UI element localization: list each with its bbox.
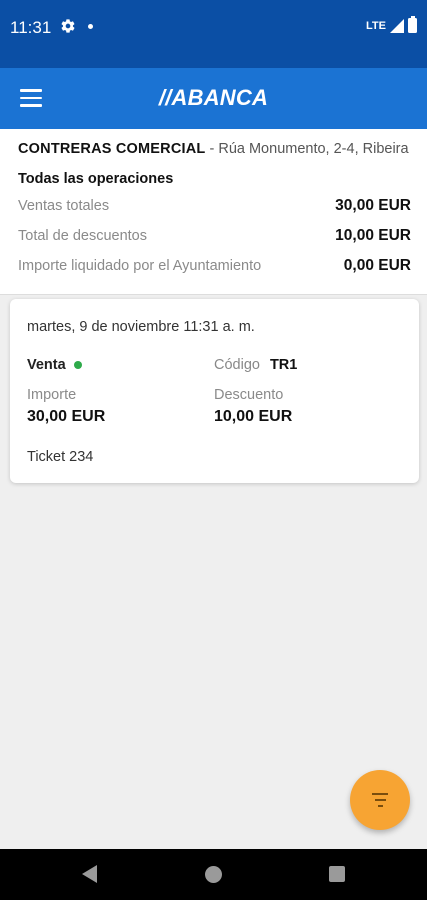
network-type: LTE (366, 19, 386, 32)
merchant-summary: CONTRERAS COMERCIAL - Rúa Monumento, 2-4… (0, 129, 427, 295)
code-label: Código (214, 357, 260, 373)
gear-icon (61, 19, 75, 33)
discount-value: 10,00 EUR (214, 408, 293, 425)
operation-type: Venta (27, 357, 82, 373)
status-bar: 11:31 LTE (0, 0, 427, 68)
navigation-bar (0, 849, 427, 900)
filter-icon (370, 793, 390, 807)
summary-row-label: Total de descuentos (18, 228, 147, 244)
recents-icon[interactable] (329, 866, 345, 882)
amount-label: Importe (27, 387, 77, 403)
operations-title: Todas las operaciones (18, 171, 174, 187)
signal-icon (390, 18, 404, 33)
summary-row-value: 0,00 EUR (343, 257, 411, 274)
operation-code: Código TR1 (214, 357, 297, 373)
operation-card[interactable]: martes, 9 de noviembre 11:31 a. m. Venta… (10, 299, 419, 483)
brand-logo: //ABANCA (158, 85, 269, 110)
code-value: TR1 (269, 357, 298, 373)
back-icon[interactable] (82, 865, 97, 883)
summary-row-total-discounts: Total de descuentos 10,00 EUR (18, 227, 411, 245)
summary-row-label: Importe liquidado por el Ayuntamiento (18, 258, 262, 274)
summary-row-value: 30,00 EUR (335, 197, 411, 214)
discount-label: Descuento (214, 387, 284, 403)
operation-type-label: Venta (27, 357, 66, 373)
summary-row-settled-amount: Importe liquidado por el Ayuntamiento 0,… (18, 257, 411, 275)
merchant-name: CONTRERAS COMERCIAL (18, 141, 206, 157)
status-time: 11:31 (10, 18, 52, 37)
summary-row-total-sales: Ventas totales 30,00 EUR (18, 197, 411, 215)
merchant-address: - Rúa Monumento, 2-4, Ribeira (205, 141, 409, 157)
summary-row-value: 10,00 EUR (335, 227, 411, 244)
battery-icon (408, 16, 417, 33)
app-bar: //ABANCA (0, 68, 427, 129)
home-icon[interactable] (205, 866, 222, 883)
status-dot-icon (73, 361, 82, 369)
merchant-line: CONTRERAS COMERCIAL - Rúa Monumento, 2-4… (18, 141, 413, 157)
operation-date: martes, 9 de noviembre 11:31 a. m. (27, 319, 255, 335)
filter-button[interactable] (350, 770, 410, 830)
summary-row-label: Ventas totales (18, 198, 110, 214)
status-indicators: LTE (366, 16, 417, 33)
amount-value: 30,00 EUR (27, 408, 106, 425)
ticket-number: Ticket 234 (27, 449, 94, 465)
notification-dot-icon (88, 24, 93, 29)
